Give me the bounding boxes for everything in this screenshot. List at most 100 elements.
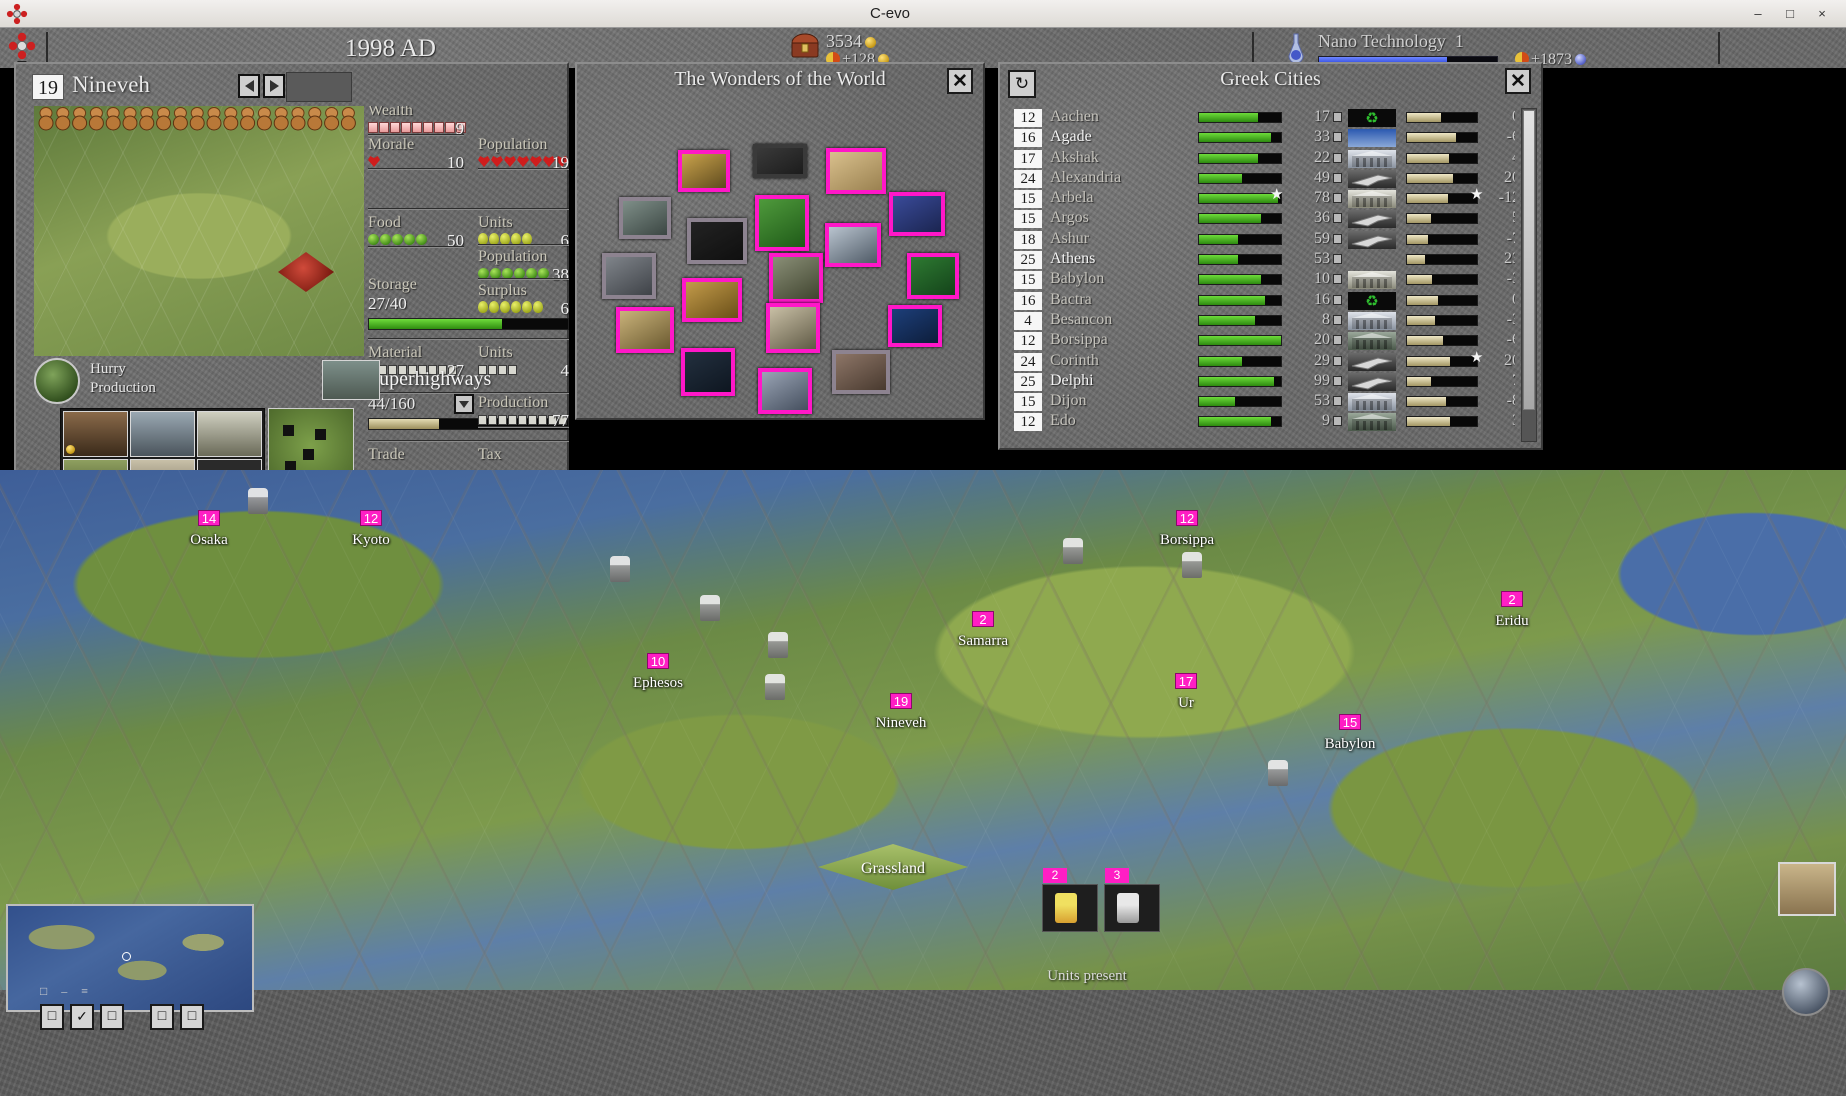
city-list[interactable]: 12Aachen17♻0716Agade33-61617Akshak224202… [1008,108,1515,442]
city-list-row[interactable]: 15Dijon53-816 [1008,392,1515,412]
hud-toggle-2[interactable]: ≡ [81,984,88,999]
wonders-panel[interactable]: The Wonders of the World ✕ [575,62,985,420]
wonder-colossus[interactable] [755,195,809,251]
wonder-hoover-dam[interactable] [889,192,945,236]
zoom-in-button[interactable]: □ [180,1004,204,1030]
production-item-name[interactable]: Superhighways [368,368,491,391]
city-name[interactable]: Argos [1050,209,1089,227]
hurry-production-icon[interactable] [34,358,80,404]
world-map[interactable]: 14 Osaka 12 Kyoto 10 Ephesos 19 Nineveh 2 Samarra… [0,470,1846,990]
confirm-button[interactable]: ✓ [70,1004,94,1030]
wonder-apollo-program[interactable] [907,253,959,299]
city-name[interactable]: Agade [1050,128,1092,146]
city-name[interactable]: Aachen [1050,108,1099,126]
prev-city-button[interactable] [238,74,260,98]
map-city-label[interactable]: Osaka [190,532,228,549]
end-turn-globe-button[interactable] [1782,968,1830,1016]
minimize-button[interactable]: – [1750,6,1766,21]
hud-toggle-icons[interactable]: □ – ≡ [40,984,88,999]
wonder-isaac-newtons[interactable] [825,223,881,267]
improvement-tile[interactable] [197,411,262,457]
map-unit[interactable] [765,674,785,700]
map-unit[interactable] [1268,760,1288,786]
city-name[interactable]: Delphi [1050,372,1094,390]
map-city-label[interactable]: Kyoto [352,532,390,549]
map-unit[interactable] [1063,538,1083,564]
map-unit[interactable] [1182,552,1202,578]
city-name[interactable]: Borsippa [1050,331,1108,349]
wonder-pyramids[interactable] [687,218,747,264]
wonders-grid[interactable] [577,98,983,418]
city-name[interactable]: Akshak [1050,149,1099,167]
city-marker-samarra[interactable]: 2 [972,611,994,627]
city-name[interactable]: Edo [1050,412,1076,430]
hud-button-group-1[interactable]: □ ✓ □ [40,1004,124,1030]
improvement-tile[interactable] [130,411,195,457]
city-list-row[interactable]: 24Alexandria492046 [1008,169,1515,189]
map-unit[interactable] [610,556,630,582]
city-list-row[interactable]: 12Aachen17♻07 [1008,108,1515,128]
city-marker-ephesos[interactable]: 10 [647,653,669,669]
wonder-magellan-expedition[interactable] [602,253,656,299]
wonder-leonardo-workshop[interactable] [826,148,886,194]
nation-emblem-icon[interactable] [4,30,40,66]
cities-panel[interactable]: ↻ Greek Cities ✕ 12 Aachen 17 ♻ 0 7 16 Agade 33 -… [998,62,1543,450]
city-list-row[interactable]: 15Arbela★78★-1234 [1008,187,1515,209]
city-name[interactable]: Besancon [1050,311,1112,329]
wonder-mir-space-station[interactable] [888,305,942,347]
city-list-row[interactable]: 4Besancon8-31 [1008,311,1515,331]
map-city-label[interactable]: Ur [1178,695,1194,712]
map-city-label[interactable]: Babylon [1325,736,1376,753]
maximize-button[interactable]: □ [1782,6,1798,21]
city-marker-babylon[interactable]: 15 [1339,714,1361,730]
map-unit[interactable] [248,488,268,514]
city-name[interactable]: Alexandria [1050,169,1121,187]
wonder-king-richards[interactable] [769,253,823,303]
close-icon[interactable]: ✕ [1505,68,1531,94]
map-button[interactable]: □ [40,1004,64,1030]
unit-stack-0[interactable]: 2 [1042,868,1098,932]
city-name[interactable]: Babylon [1050,270,1104,288]
cancel-button[interactable]: □ [100,1004,124,1030]
current-city-thumbnail[interactable] [1778,862,1836,916]
city-name[interactable]: Athens [1050,250,1095,268]
wonder-temple-artemis[interactable] [682,278,742,322]
wonder-hanging-gardens[interactable] [678,150,730,192]
map-city-label[interactable]: Ephesos [633,675,683,692]
city-panel[interactable]: 19 Nineveh Wealth 9 Morale 10 Food 50 St… [14,62,569,529]
city-list-row[interactable]: 17Akshak22420 [1008,149,1515,169]
city-list-row[interactable]: 16Bactra16♻010 [1008,291,1515,311]
hud-button-group-2[interactable]: □ □ [150,1004,204,1030]
wonder-great-wall[interactable] [753,144,807,178]
city-list-row[interactable]: 12Edo9322 [1008,412,1515,432]
hud-toggle-0[interactable]: □ [40,984,47,999]
map-city-label[interactable]: Borsippa [1160,532,1214,549]
scrollbar-thumb[interactable] [1523,110,1535,410]
wonder-sun-tzus-war-academy[interactable] [832,350,890,394]
city-name[interactable]: Dijon [1050,392,1086,410]
city-marker-eridu[interactable]: 2 [1501,591,1523,607]
city-name[interactable]: Arbela [1050,189,1094,207]
map-city-label[interactable]: Eridu [1495,613,1528,630]
city-list-row[interactable]: 12Borsippa20-615 [1008,331,1515,351]
city-list-row[interactable]: 25Delphi997122 [1008,372,1515,392]
city-nav-buttons[interactable] [238,74,285,98]
city-tile-map[interactable] [34,106,364,356]
city-list-scrollbar[interactable] [1521,108,1537,442]
city-list-row[interactable]: 16Agade33-616 [1008,128,1515,148]
wonder-great-library[interactable] [616,307,674,353]
city-list-row[interactable]: 15Argos36554 [1008,209,1515,229]
city-name[interactable]: Corinth [1050,352,1099,370]
map-city-label[interactable]: Nineveh [876,715,927,732]
city-list-row[interactable]: 18Ashur59-723 [1008,230,1515,250]
city-marker-nineveh[interactable]: 19 [890,693,912,709]
next-city-button[interactable] [263,74,285,98]
close-button[interactable]: × [1814,6,1830,21]
map-unit[interactable] [768,632,788,658]
close-icon[interactable]: ✕ [947,68,973,94]
improvement-tile[interactable] [63,411,128,457]
city-marker-osaka[interactable]: 14 [198,510,220,526]
wonder-statue-of-liberty[interactable] [619,197,671,239]
city-list-row[interactable]: 25Athens5323170 [1008,250,1515,270]
city-list-row[interactable]: 15Babylon10-322 [1008,270,1515,290]
